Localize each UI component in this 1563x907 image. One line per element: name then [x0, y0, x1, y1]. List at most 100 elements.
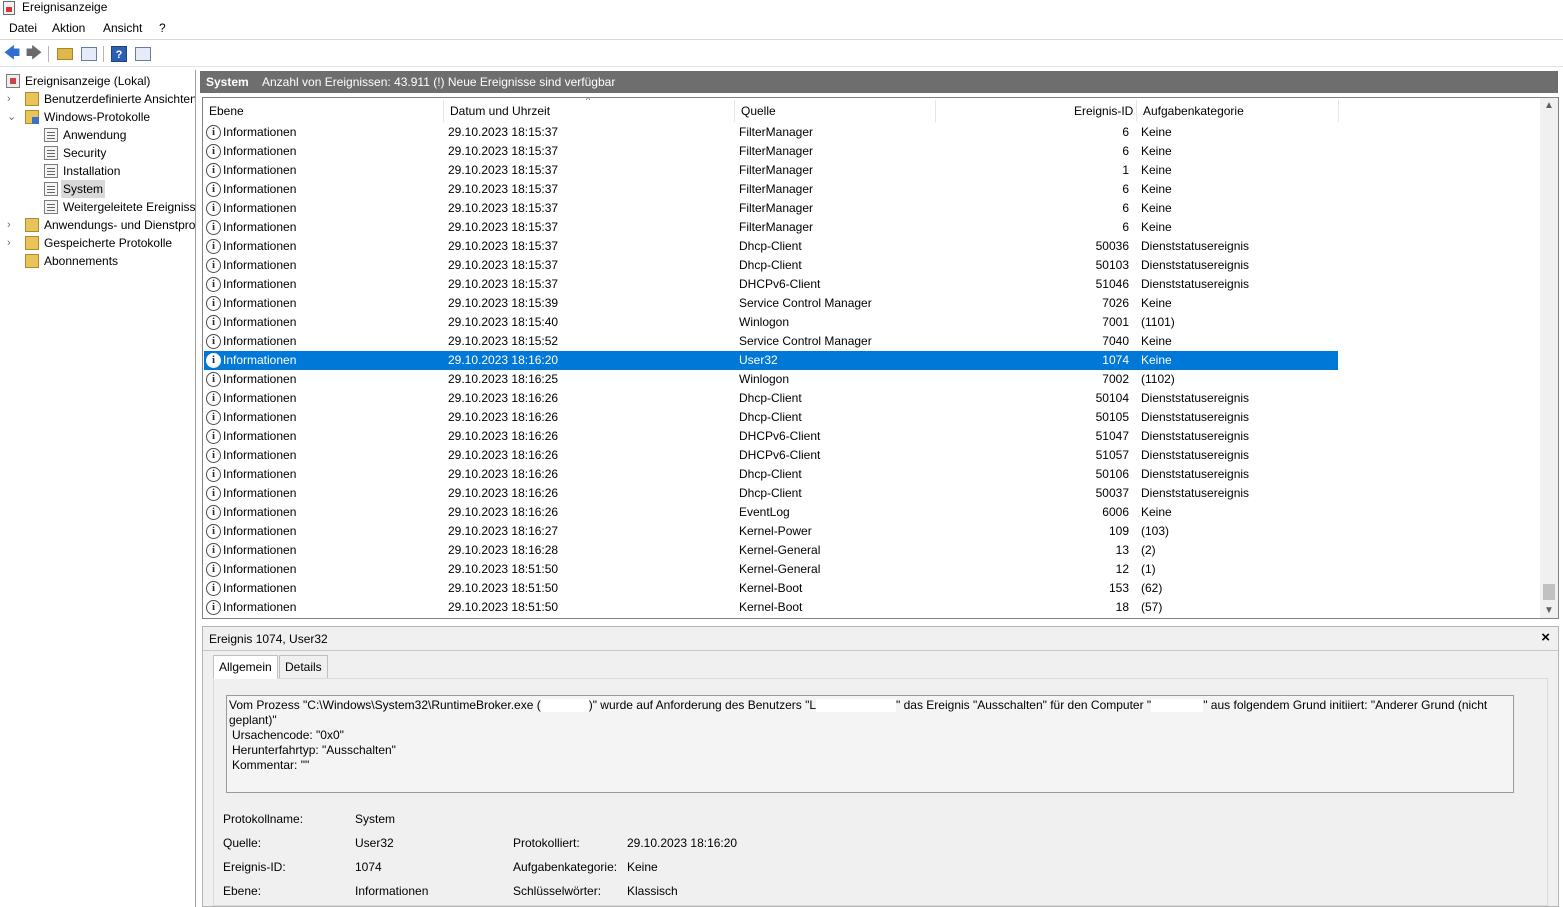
table-row[interactable]: i Informationen 29.10.2023 18:15:37 Dhcp-Cl… — [204, 256, 1338, 275]
event-viewer-icon — [3, 1, 15, 15]
column-divider[interactable] — [935, 100, 936, 122]
table-row[interactable]: i Informationen 29.10.2023 18:15:37 FilterM… — [204, 161, 1338, 180]
cell-event-id: 153 — [1108, 581, 1129, 595]
table-row[interactable]: i Informationen 29.10.2023 18:51:50 Kernel-… — [204, 560, 1338, 579]
chevron-right-icon[interactable]: › — [7, 234, 17, 252]
column-divider[interactable] — [734, 100, 735, 122]
table-row[interactable]: i Informationen 29.10.2023 18:15:37 DHCPv6-… — [204, 275, 1338, 294]
menu-ansicht[interactable]: Ansicht — [103, 21, 142, 36]
table-row[interactable]: i Informationen 29.10.2023 18:16:26 DHCPv6-… — [204, 427, 1338, 446]
chevron-right-icon[interactable]: › — [7, 216, 17, 234]
tab-allgemein[interactable]: Allgemein — [213, 655, 278, 679]
table-row[interactable]: i Informationen 29.10.2023 18:15:40 Winlogo… — [204, 313, 1338, 332]
prop-label: Aufgabenkategorie: — [513, 860, 618, 874]
prop-value[interactable]: Informationen — [355, 884, 428, 898]
cell-level: Informationen — [223, 448, 297, 462]
column-divider[interactable] — [1136, 100, 1137, 122]
table-row[interactable]: i Informationen 29.10.2023 18:16:27 Kernel-… — [204, 522, 1338, 541]
cell-source: Service Control Manager — [739, 334, 872, 348]
table-row[interactable]: i Informationen 29.10.2023 18:15:37 FilterM… — [204, 180, 1338, 199]
table-row[interactable]: i Informationen 29.10.2023 18:16:26 Dhcp-Cl… — [204, 408, 1338, 427]
cell-category: Keine — [1141, 144, 1172, 158]
cell-level: Informationen — [223, 391, 297, 405]
prop-value[interactable]: System — [355, 812, 395, 826]
cell-level: Informationen — [223, 182, 297, 196]
cell-level: Informationen — [223, 543, 297, 557]
cell-event-id: 50106 — [1095, 467, 1129, 481]
forward-icon[interactable]: 🡆 — [24, 44, 44, 64]
cell-level: Informationen — [223, 600, 297, 614]
information-icon: i — [206, 543, 221, 558]
table-row[interactable]: i Informationen 29.10.2023 18:51:50 Kernel-… — [204, 598, 1338, 617]
table-row[interactable]: i Informationen 29.10.2023 18:15:37 Dhcp-Cl… — [204, 237, 1338, 256]
cell-event-id: 51047 — [1095, 429, 1129, 443]
table-row[interactable]: i Informationen 29.10.2023 18:15:37 FilterM… — [204, 142, 1338, 161]
table-row[interactable]: i Informationen 29.10.2023 18:15:39 Service… — [204, 294, 1338, 313]
cell-level: Informationen — [223, 581, 297, 595]
up-folder-icon[interactable] — [55, 44, 75, 64]
cell-category: Dienststatusereignis — [1141, 486, 1250, 500]
prop-value[interactable]: 29.10.2023 18:16:20 — [627, 836, 737, 850]
table-row[interactable]: i Informationen 29.10.2023 18:16:26 EventLo… — [204, 503, 1338, 522]
table-row-selected[interactable]: i Informationen 29.10.2023 18:16:20 User32 1… — [204, 351, 1338, 370]
cell-category: Dienststatusereignis — [1141, 391, 1250, 405]
redacted-text — [540, 699, 589, 713]
table-row[interactable]: i Informationen 29.10.2023 18:16:28 Kernel-… — [204, 541, 1338, 560]
back-icon[interactable]: 🡄 — [2, 44, 22, 64]
folder-icon — [25, 92, 39, 106]
event-message[interactable]: Vom Prozess "C:\Windows\System32\Runtime… — [226, 695, 1514, 793]
table-row[interactable]: i Informationen 29.10.2023 18:15:37 FilterM… — [204, 218, 1338, 237]
cell-source: Dhcp-Client — [739, 258, 802, 272]
tab-details[interactable]: Details — [279, 655, 328, 679]
prop-value[interactable]: User32 — [355, 836, 394, 850]
cell-level: Informationen — [223, 410, 297, 424]
chevron-right-icon[interactable]: › — [7, 90, 17, 108]
column-header-event-id[interactable]: Ereignis-ID — [1074, 104, 1133, 118]
action-pane-icon[interactable] — [133, 44, 153, 64]
cell-event-id: 51046 — [1095, 277, 1129, 291]
column-header: Ebene Datum und Uhrzeit ^ Quelle Ereigni… — [203, 98, 1538, 125]
information-icon: i — [206, 220, 221, 235]
table-row[interactable]: i Informationen 29.10.2023 18:51:50 Kernel-… — [204, 579, 1338, 598]
cell-event-id: 51057 — [1095, 448, 1129, 462]
cell-source: Kernel-Boot — [739, 581, 803, 595]
cell-category: (1102) — [1141, 372, 1175, 386]
scrollbar-thumb[interactable] — [1543, 584, 1555, 600]
prop-value[interactable]: Klassisch — [627, 884, 678, 898]
chevron-down-icon[interactable]: ⌄ — [7, 108, 17, 126]
column-header-datetime[interactable]: Datum und Uhrzeit — [450, 104, 550, 118]
help-icon[interactable]: ? — [109, 44, 129, 64]
cell-datetime: 29.10.2023 18:15:37 — [448, 220, 559, 234]
column-header-source[interactable]: Quelle — [741, 104, 776, 118]
table-row[interactable]: i Informationen 29.10.2023 18:16:26 Dhcp-Cl… — [204, 484, 1338, 503]
column-header-level[interactable]: Ebene — [209, 104, 244, 118]
table-row[interactable]: i Informationen 29.10.2023 18:16:26 DHCPv6-… — [204, 446, 1338, 465]
cell-source: Winlogon — [739, 372, 790, 386]
table-row[interactable]: i Informationen 29.10.2023 18:16:25 Winlogo… — [204, 370, 1338, 389]
menu-help[interactable]: ? — [159, 21, 166, 36]
table-row[interactable]: i Informationen 29.10.2023 18:15:37 FilterM… — [204, 199, 1338, 218]
column-header-category[interactable]: Aufgabenkategorie — [1143, 104, 1244, 118]
cell-datetime: 29.10.2023 18:16:26 — [448, 410, 559, 424]
table-row[interactable]: i Informationen 29.10.2023 18:15:52 Service… — [204, 332, 1338, 351]
table-row[interactable]: i Informationen 29.10.2023 18:16:26 Dhcp-Cl… — [204, 389, 1338, 408]
console-tree-icon[interactable] — [79, 44, 99, 64]
cell-source: DHCPv6-Client — [739, 277, 821, 291]
scroll-down-icon[interactable]: ▼ — [1544, 605, 1554, 616]
vertical-scrollbar[interactable]: ▲ ▼ — [1540, 98, 1558, 618]
information-icon: i — [206, 429, 221, 444]
table-row[interactable]: i Informationen 29.10.2023 18:15:37 FilterM… — [204, 123, 1338, 142]
prop-value[interactable]: Keine — [627, 860, 658, 874]
table-row[interactable]: i Informationen 29.10.2023 18:16:26 Dhcp-Cl… — [204, 465, 1338, 484]
event-list: Ebene Datum und Uhrzeit ^ Quelle Ereigni… — [202, 97, 1559, 619]
close-icon[interactable]: × — [1541, 629, 1550, 646]
prop-value[interactable]: 1074 — [355, 860, 382, 874]
scroll-up-icon[interactable]: ▲ — [1544, 100, 1554, 111]
menu-datei[interactable]: Datei — [9, 21, 37, 36]
cell-level: Informationen — [223, 125, 297, 139]
column-divider[interactable] — [1338, 100, 1339, 122]
cell-category: Dienststatusereignis — [1141, 467, 1250, 481]
cell-category: Keine — [1141, 334, 1172, 348]
menu-aktion[interactable]: Aktion — [52, 21, 85, 36]
column-divider[interactable] — [443, 100, 444, 122]
